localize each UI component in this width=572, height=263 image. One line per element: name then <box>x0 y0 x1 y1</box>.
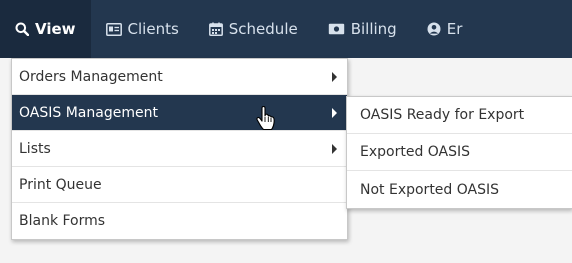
nav-schedule-label: Schedule <box>228 20 298 38</box>
id-card-icon <box>105 22 122 36</box>
menu-item-oasis-management[interactable]: OASIS Management <box>12 95 347 131</box>
nav-employees-label: Er <box>446 20 463 38</box>
submenu-item-exported-oasis[interactable]: Exported OASIS <box>347 134 572 171</box>
menu-item-label: OASIS Management <box>19 104 158 121</box>
menu-item-label: Print Queue <box>19 176 102 193</box>
menu-item-lists[interactable]: Lists <box>12 131 347 167</box>
nav-schedule[interactable]: Schedule <box>194 0 313 58</box>
submenu-item-label: OASIS Ready for Export <box>360 107 525 123</box>
submenu-item-oasis-ready-for-export[interactable]: OASIS Ready for Export <box>347 97 572 134</box>
hand-pointer-icon <box>256 105 276 136</box>
caret-right-icon <box>332 107 337 118</box>
menu-item-label: Orders Management <box>19 68 163 85</box>
menu-item-orders-management[interactable]: Orders Management <box>12 59 347 95</box>
nav-clients-label: Clients <box>127 20 179 38</box>
top-navbar: View Clients Schedule Billing Er <box>0 0 572 58</box>
menu-item-print-queue[interactable]: Print Queue <box>12 167 347 203</box>
user-circle-icon <box>427 22 441 36</box>
nav-view-label: View <box>35 20 76 38</box>
menu-item-label: Blank Forms <box>19 213 106 229</box>
caret-right-icon <box>332 143 337 154</box>
nav-clients[interactable]: Clients <box>91 0 194 58</box>
calendar-icon <box>208 22 223 36</box>
nav-view[interactable]: View <box>0 0 91 58</box>
oasis-submenu: OASIS Ready for Export Exported OASIS No… <box>346 96 572 209</box>
submenu-item-label: Not Exported OASIS <box>360 181 500 198</box>
nav-employees[interactable]: Er <box>412 0 478 58</box>
money-icon <box>328 23 345 35</box>
submenu-item-not-exported-oasis[interactable]: Not Exported OASIS <box>347 171 572 208</box>
caret-right-icon <box>332 71 337 82</box>
submenu-item-label: Exported OASIS <box>360 144 471 160</box>
menu-item-blank-forms[interactable]: Blank Forms <box>12 203 347 239</box>
search-icon <box>15 22 29 36</box>
view-dropdown-menu: Orders Management OASIS Management Lists… <box>11 58 348 240</box>
menu-item-label: Lists <box>19 140 51 157</box>
nav-billing[interactable]: Billing <box>313 0 412 58</box>
nav-billing-label: Billing <box>350 20 397 38</box>
